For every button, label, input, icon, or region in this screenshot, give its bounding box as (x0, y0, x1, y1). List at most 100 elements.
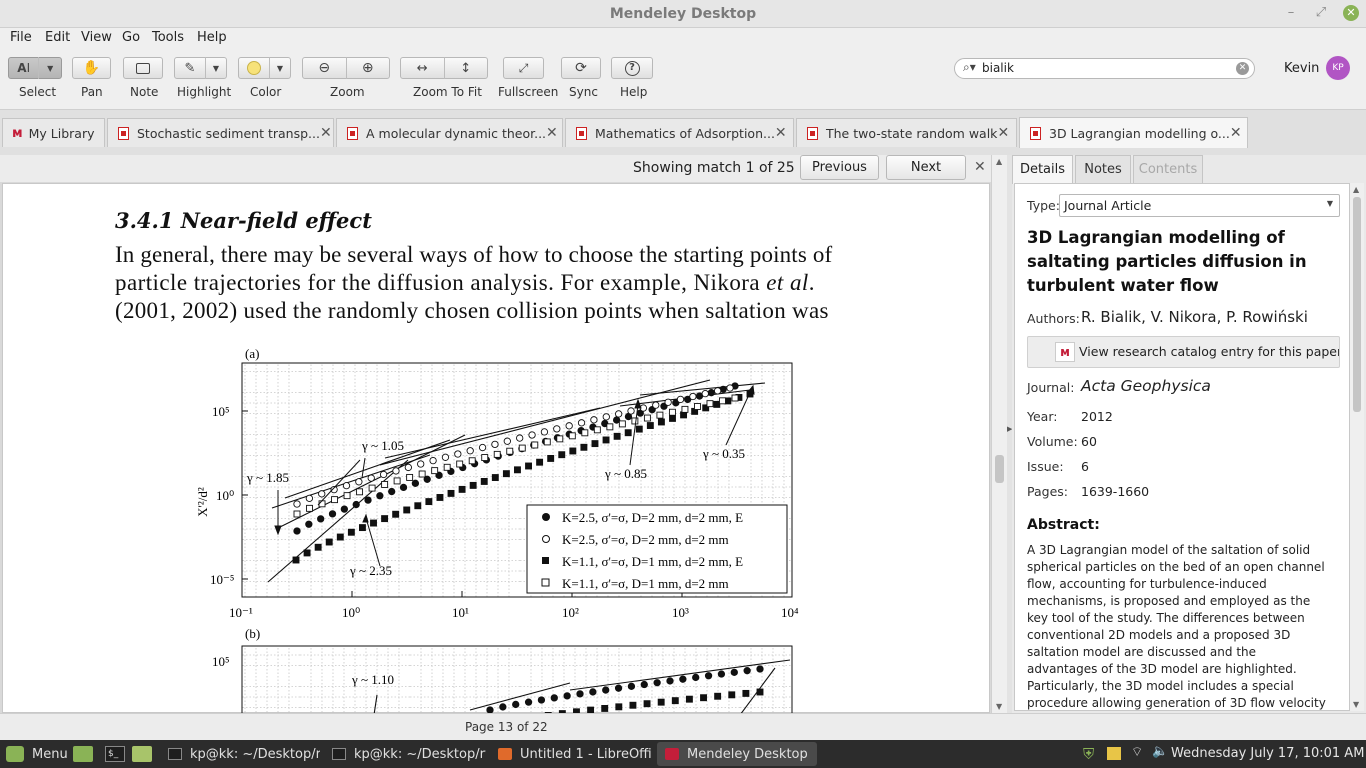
fit-width-icon[interactable]: ↔ (401, 61, 444, 76)
menu-go[interactable]: Go (122, 30, 140, 45)
tab-document-5[interactable]: 3D Lagrangian modelling o... ✕ (1019, 117, 1248, 148)
type-value: Journal Article (1064, 198, 1152, 213)
menu-view[interactable]: View (81, 30, 112, 45)
scroll-up-icon[interactable]: ▲ (996, 157, 1002, 166)
details-scrollbar[interactable]: ▲ ▼ (1350, 183, 1364, 711)
menu-file[interactable]: File (10, 30, 32, 45)
close-icon[interactable]: ✕ (1343, 5, 1359, 21)
data-point-open-circle (342, 481, 351, 490)
terminal-icon[interactable]: $_ (105, 746, 125, 762)
tab-document-1[interactable]: Stochastic sediment transp... ✕ (107, 118, 334, 147)
clear-search-icon[interactable]: ✕ (1236, 62, 1249, 75)
annotation-label: γ ~ 1.05 (361, 438, 404, 453)
data-point-filled-circle (704, 672, 713, 680)
volume-value[interactable]: 60 (1081, 434, 1097, 449)
chevron-down-icon[interactable]: ▼ (270, 64, 290, 73)
tab-document-2[interactable]: A molecular dynamic theor... ✕ (336, 118, 563, 147)
start-menu-button[interactable]: Menu (6, 742, 68, 766)
avatar[interactable]: KP (1326, 56, 1350, 80)
scroll-down-icon[interactable]: ▼ (1353, 700, 1359, 709)
tab-document-4[interactable]: The two-state random walk ✕ (796, 118, 1017, 147)
sync-button[interactable]: ⟳ (561, 57, 601, 79)
search-input[interactable] (982, 61, 1222, 75)
period-text: . (808, 270, 815, 295)
help-button[interactable]: ? (611, 57, 653, 79)
taskbar-item-libreoffice[interactable]: Untitled 1 - LibreOffic... (490, 742, 652, 766)
taskbar-item-mendeley[interactable]: Mendeley Desktop (657, 742, 817, 766)
data-point-open-circle (491, 440, 499, 449)
view-catalog-button[interactable]: ᴍ View research catalog entry for this p… (1027, 336, 1340, 368)
search-icon[interactable]: ⌕▾ (963, 60, 976, 75)
data-point-filled-square (646, 422, 654, 429)
journal-value[interactable]: Acta Geophysica (1081, 377, 1211, 395)
issue-label: Issue: (1027, 459, 1064, 474)
tab-contents[interactable]: Contents (1133, 155, 1203, 184)
taskbar-item-terminal-2[interactable]: kp@kk: ~/Desktop/rw... (324, 742, 486, 766)
close-tab-icon[interactable]: ✕ (997, 125, 1009, 141)
close-tab-icon[interactable]: ✕ (775, 125, 787, 141)
highlight-button[interactable]: ✎ ▼ (174, 57, 227, 79)
select-tool-button[interactable]: AI ▼ (8, 57, 62, 79)
clock[interactable]: Wednesday July 17, 10:01 AM (1171, 746, 1364, 761)
data-point-filled-square (547, 454, 555, 462)
data-point-filled-square (536, 458, 544, 466)
search-box[interactable]: ⌕▾ ✕ (954, 58, 1255, 79)
data-point-filled-circle (627, 682, 636, 690)
volume-icon[interactable]: 🔈 (1152, 744, 1168, 759)
show-desktop-icon[interactable] (73, 746, 93, 762)
scroll-up-icon[interactable]: ▲ (1353, 185, 1359, 194)
fit-height-icon[interactable]: ↕ (445, 61, 488, 76)
data-point-open-circle (318, 490, 326, 498)
previous-match-button[interactable]: Previous (800, 155, 879, 180)
data-point-filled-square (580, 443, 588, 451)
notes-icon[interactable] (1107, 747, 1121, 760)
close-tab-icon[interactable]: ✕ (1230, 125, 1242, 141)
chevron-down-icon[interactable]: ▼ (206, 64, 226, 73)
document-title[interactable]: 3D Lagrangian modelling of saltating par… (1027, 226, 1327, 298)
folder-icon[interactable] (132, 746, 152, 762)
tab-my-library[interactable]: ᴍ My Library (2, 118, 105, 147)
minimize-icon[interactable]: – (1283, 5, 1299, 21)
scroll-down-icon[interactable]: ▼ (996, 702, 1002, 711)
tab-document-3[interactable]: Mathematics of Adsorption... ✕ (565, 118, 794, 147)
abstract-text[interactable]: A 3D Lagrangian model of the saltation o… (1027, 542, 1327, 711)
data-point-filled-circle (550, 694, 558, 702)
year-value[interactable]: 2012 (1081, 409, 1113, 424)
wifi-icon[interactable]: ⌔ (1131, 744, 1143, 760)
color-button[interactable]: ▼ (238, 57, 291, 79)
issue-value[interactable]: 6 (1081, 459, 1089, 474)
terminal-icon (168, 748, 182, 760)
close-tab-icon[interactable]: ✕ (546, 125, 558, 141)
legend-marker-filled-circle (542, 513, 550, 521)
data-point-open-circle (701, 390, 709, 398)
close-find-icon[interactable]: ✕ (974, 159, 986, 175)
menu-help[interactable]: Help (197, 30, 227, 45)
note-button[interactable] (123, 57, 163, 79)
type-dropdown[interactable]: Journal Article ▼ (1059, 194, 1340, 217)
zoom-out-icon[interactable]: ⊖ (303, 60, 346, 76)
sync-label: Sync (569, 85, 598, 99)
zoom-in-icon[interactable]: ⊕ (347, 60, 390, 76)
tab-notes[interactable]: Notes (1075, 155, 1131, 184)
scrollbar-thumb[interactable] (1353, 197, 1361, 412)
pages-value[interactable]: 1639-1660 (1081, 484, 1149, 499)
fullscreen-button[interactable]: ⤢ (503, 57, 544, 79)
close-tab-icon[interactable]: ✕ (320, 125, 332, 141)
document-scrollbar[interactable]: ▲ ▼ (991, 155, 1007, 713)
taskbar-item-terminal-1[interactable]: kp@kk: ~/Desktop/rw... (160, 742, 320, 766)
tab-details[interactable]: Details (1012, 155, 1073, 184)
menu-tools[interactable]: Tools (152, 30, 184, 45)
authors-value[interactable]: R. Bialik, V. Nikora, P. Rowiński (1081, 308, 1308, 326)
maximize-icon[interactable]: ⤢ (1313, 5, 1329, 21)
menu-edit[interactable]: Edit (45, 30, 70, 45)
data-point-filled-square (336, 533, 344, 541)
data-point-open-circle (417, 460, 425, 468)
user-name[interactable]: Kevin (1284, 61, 1319, 76)
chevron-down-icon[interactable]: ▼ (39, 64, 61, 73)
pan-button[interactable]: ✋ (72, 57, 111, 79)
scrollbar-thumb[interactable] (995, 455, 1004, 483)
data-point-open-square (631, 417, 639, 425)
task-label: Mendeley Desktop (687, 746, 808, 762)
shield-icon[interactable]: ⛨ (1083, 745, 1094, 763)
next-match-button[interactable]: Next (886, 155, 966, 180)
